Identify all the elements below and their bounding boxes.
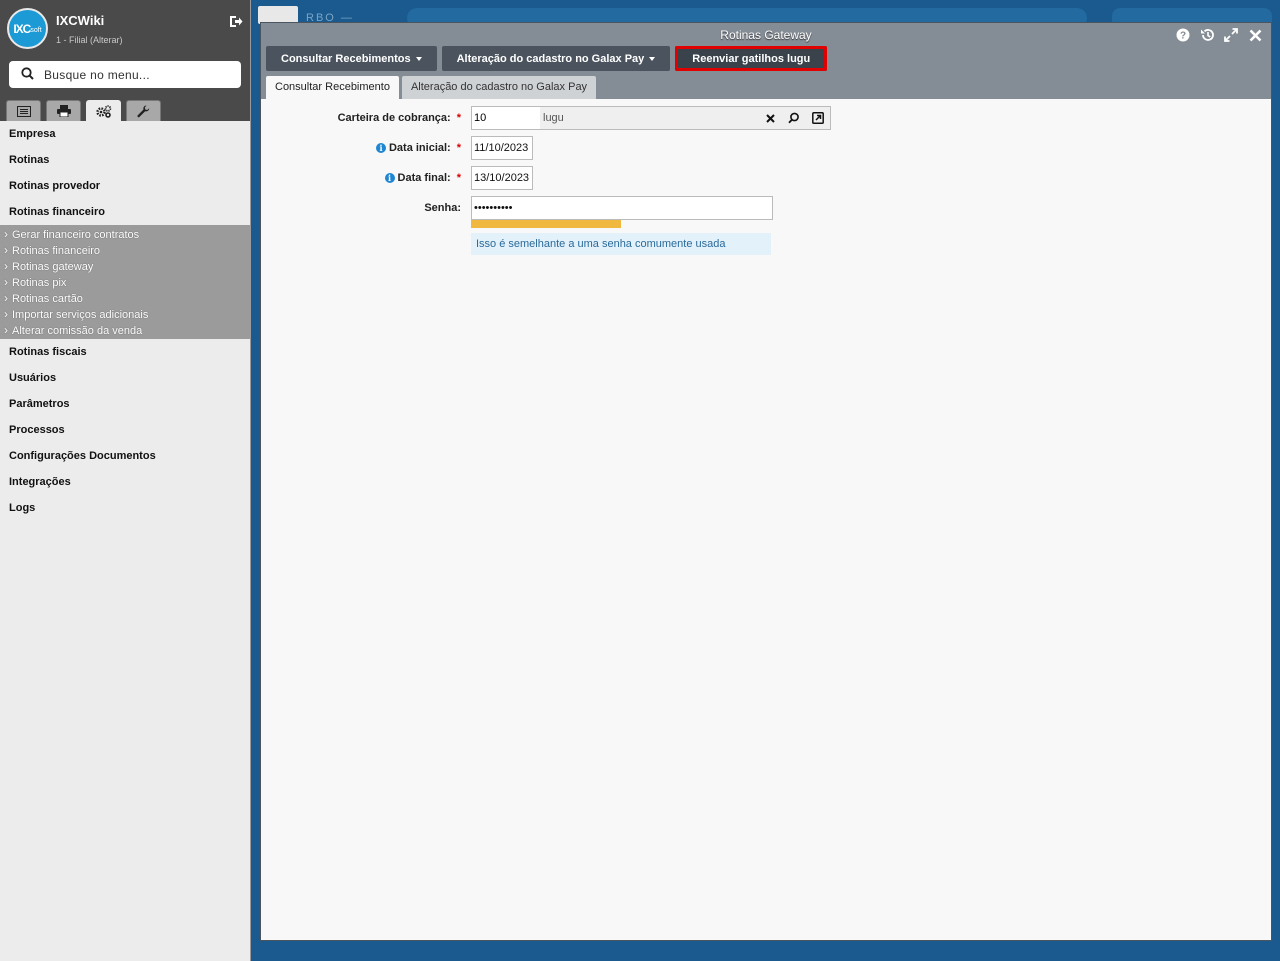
sidebar-menu: Empresa Rotinas Rotinas provedor Rotinas…: [0, 121, 250, 521]
menu-item-configuracoes-documentos[interactable]: Configurações Documentos: [0, 443, 250, 469]
branch-link[interactable]: 1 - Filial (Alterar): [56, 35, 123, 45]
password-strength-bar: [471, 220, 621, 228]
search-icon: [21, 66, 34, 83]
menu-search[interactable]: [9, 61, 241, 88]
app-title: IXCWiki: [56, 13, 105, 28]
carteira-cobranca-field[interactable]: lugu: [471, 106, 831, 130]
logout-icon[interactable]: [229, 15, 245, 29]
sidebar: IXC soft IXCWiki 1 - Filial (Alterar) Bu…: [0, 0, 251, 961]
menu-item-usuarios[interactable]: Usuários: [0, 365, 250, 391]
tab-gears-icon[interactable]: [86, 100, 121, 121]
info-icon[interactable]: i: [375, 143, 386, 153]
search-icon[interactable]: [782, 107, 806, 129]
menu-item-processos[interactable]: Processos: [0, 417, 250, 443]
senha-input[interactable]: [471, 196, 773, 220]
carteira-label-text: Carteira de cobrança:: [337, 112, 451, 124]
sidebar-tabs: [6, 100, 161, 121]
tab-wrench-icon[interactable]: [126, 100, 161, 121]
submenu-item-rotinas-cartao[interactable]: Rotinas cartão: [0, 290, 250, 306]
logo-small-text: soft: [30, 26, 42, 34]
password-hint: Isso é semelhante a uma senha comumente …: [471, 233, 771, 255]
carteira-label: Carteira de cobrança: *: [338, 112, 461, 124]
menu-item-parametros[interactable]: Parâmetros: [0, 391, 250, 417]
ixcsoft-logo[interactable]: IXC soft: [7, 8, 48, 49]
clear-icon[interactable]: [758, 107, 782, 129]
required-mark: *: [456, 142, 461, 154]
menu-item-integracoes[interactable]: Integrações: [0, 469, 250, 495]
menu-item-rotinas-financeiro[interactable]: Rotinas financeiro: [0, 199, 250, 225]
form-area: Carteira de cobrança: * lugu i Data inici…: [261, 23, 1271, 940]
open-external-icon[interactable]: [806, 107, 830, 129]
submenu-item-rotinas-financeiro[interactable]: Rotinas financeiro: [0, 242, 250, 258]
submenu-item-rotinas-pix[interactable]: Rotinas pix: [0, 274, 250, 290]
carteira-description: lugu: [543, 112, 564, 124]
logo-text: IXC: [13, 21, 31, 36]
rotinas-gateway-window: Rotinas Gateway ? Consultar Recebimentos…: [260, 22, 1272, 941]
menu-item-empresa[interactable]: Empresa: [0, 121, 250, 147]
data-final-label-text: Data final:: [397, 172, 451, 184]
submenu-rotinas-financeiro: Gerar financeiro contratos Rotinas finan…: [0, 225, 250, 339]
submenu-item-importar-servicos[interactable]: Importar serviços adicionais: [0, 306, 250, 322]
menu-item-logs[interactable]: Logs: [0, 495, 250, 521]
menu-item-rotinas-provedor[interactable]: Rotinas provedor: [0, 173, 250, 199]
carteira-code-input[interactable]: [472, 107, 540, 129]
data-inicial-label: i Data inicial: *: [375, 142, 461, 154]
tab-list-icon[interactable]: [6, 100, 41, 121]
menu-search-input[interactable]: [44, 67, 224, 82]
data-final-input[interactable]: [471, 166, 533, 190]
data-final-label: i Data final: *: [384, 172, 461, 184]
info-icon[interactable]: i: [384, 173, 395, 183]
tab-printer-icon[interactable]: [46, 100, 81, 121]
required-mark: *: [456, 172, 461, 184]
submenu-item-gerar-financeiro-contratos[interactable]: Gerar financeiro contratos: [0, 226, 250, 242]
menu-item-rotinas[interactable]: Rotinas: [0, 147, 250, 173]
sidebar-header: IXC soft IXCWiki 1 - Filial (Alterar): [0, 0, 250, 121]
menu-item-rotinas-fiscais[interactable]: Rotinas fiscais: [0, 339, 250, 365]
data-inicial-input[interactable]: [471, 136, 533, 160]
required-mark: *: [456, 112, 461, 124]
senha-label: Senha:: [424, 202, 461, 214]
submenu-item-rotinas-gateway[interactable]: Rotinas gateway: [0, 258, 250, 274]
data-inicial-label-text: Data inicial:: [388, 142, 451, 154]
submenu-item-alterar-comissao[interactable]: Alterar comissão da venda: [0, 322, 250, 338]
